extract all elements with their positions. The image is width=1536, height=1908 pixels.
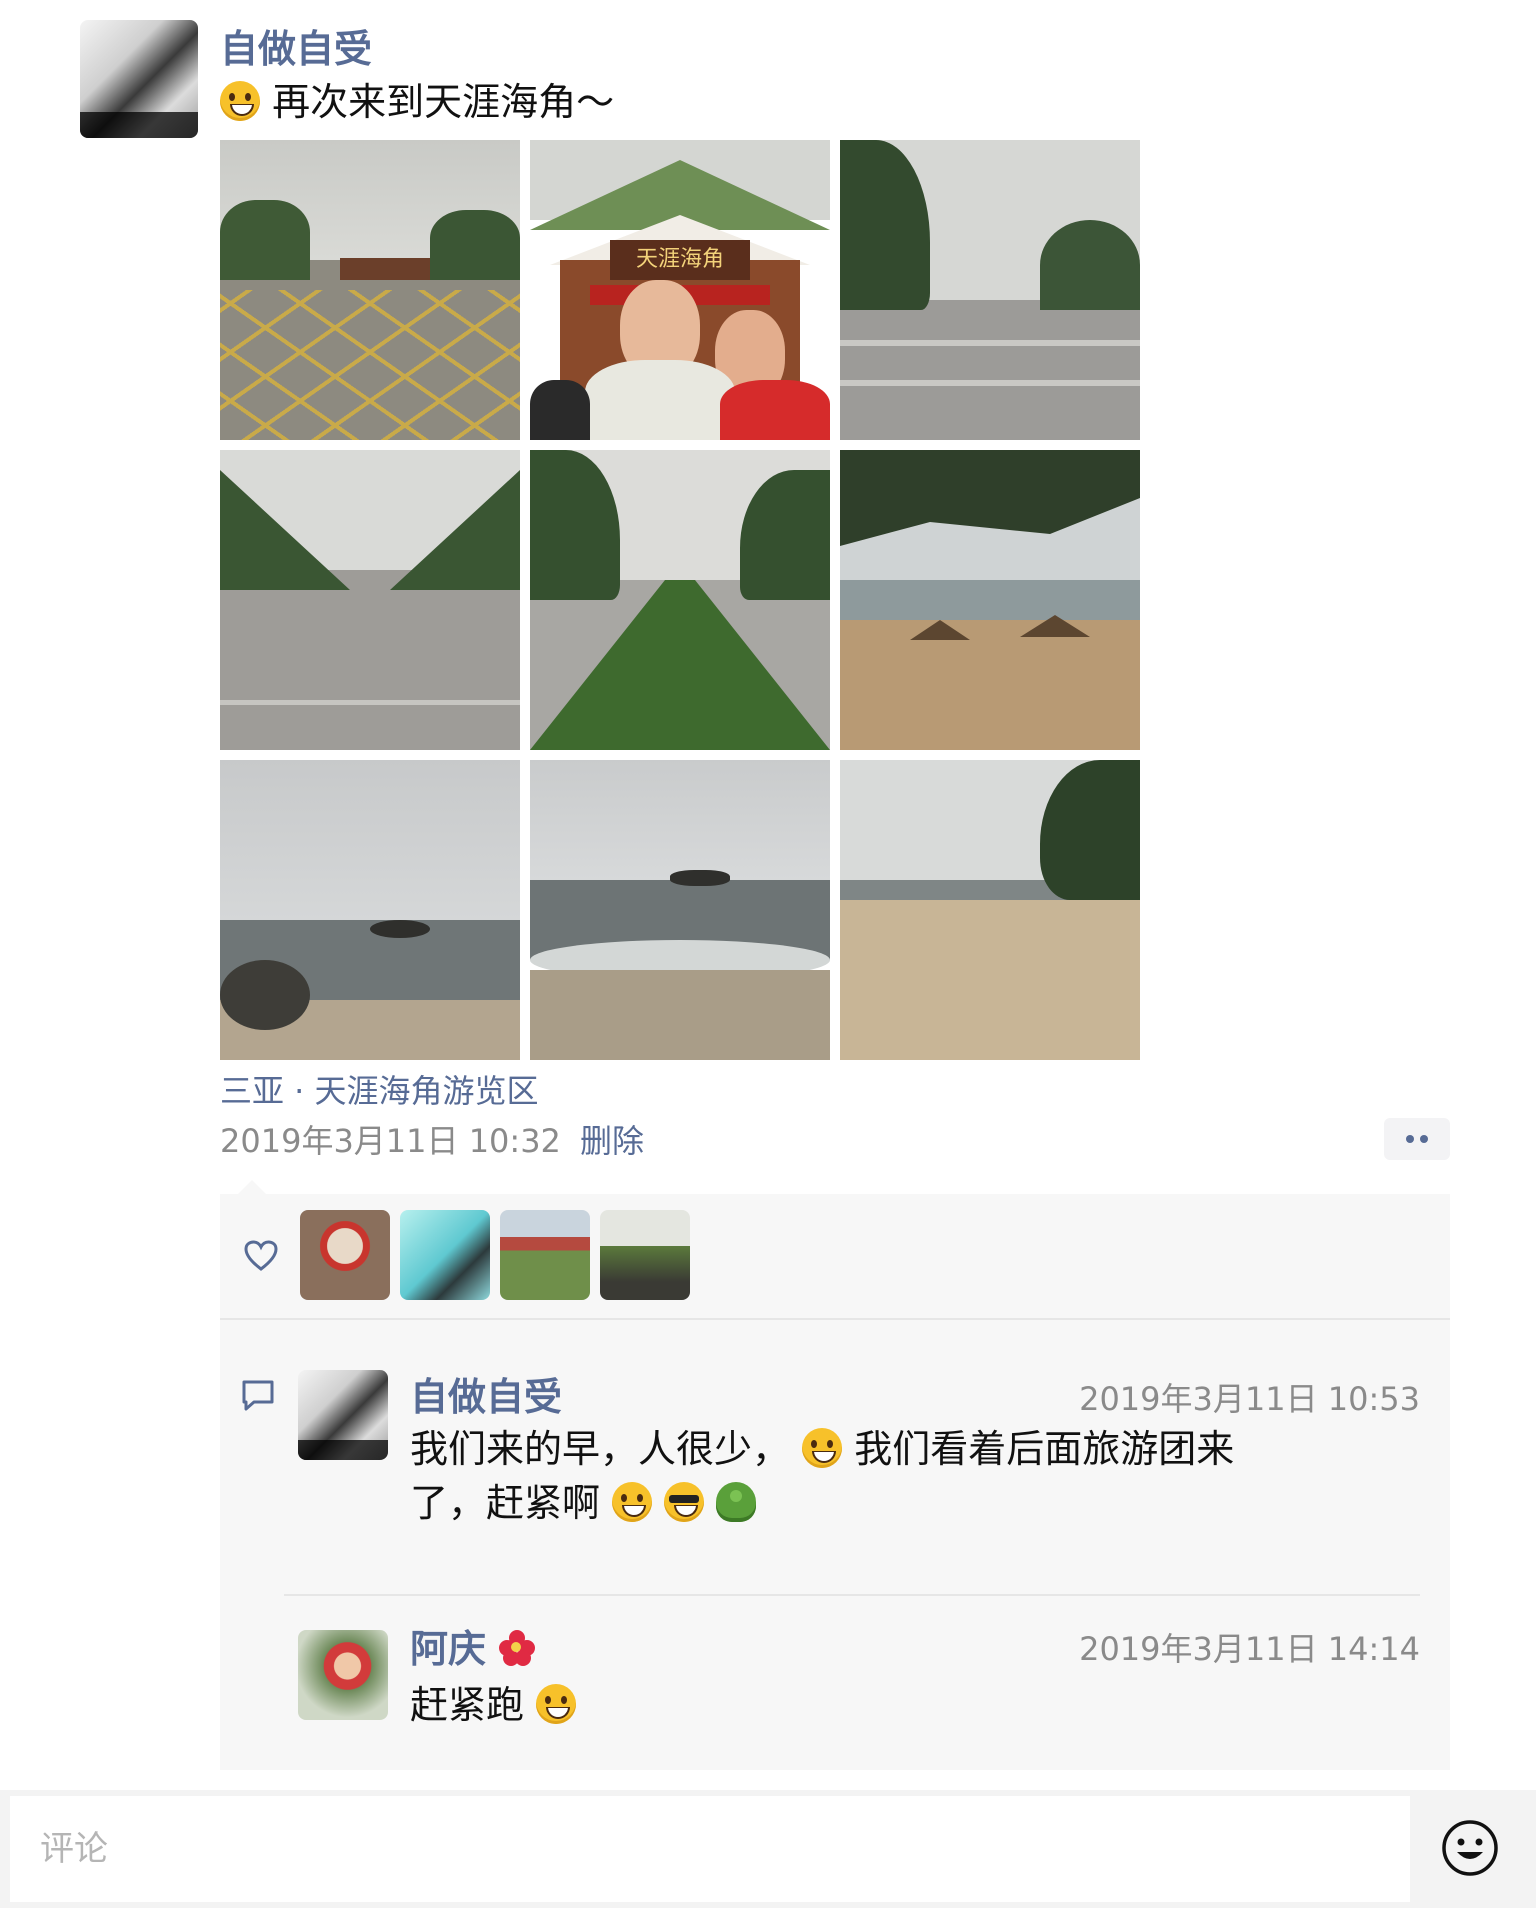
grin-emoji-icon <box>536 1684 577 1724</box>
panel-arrow <box>238 1180 266 1194</box>
post-author-name[interactable]: 自做自受 <box>220 18 372 73</box>
photo-7[interactable] <box>220 760 520 1060</box>
comment-divider <box>284 1594 1420 1596</box>
comment-icon <box>240 1378 276 1414</box>
grin-emoji-icon <box>220 81 260 121</box>
photo-6[interactable] <box>840 450 1140 750</box>
photo-4[interactable] <box>220 450 520 750</box>
photo-2[interactable]: 天涯海角 <box>530 140 830 440</box>
grinning-emoji-icon <box>612 1482 653 1522</box>
post-time: 2019年3月11日 10:32 <box>220 1122 561 1160</box>
gate-sign: 天涯海角 <box>610 240 750 280</box>
sunglasses-emoji-icon <box>664 1482 705 1522</box>
turtle-emoji-icon <box>716 1482 757 1522</box>
location-link[interactable]: 三亚 · 天涯海角游览区 <box>220 1066 539 1112</box>
comment-text: 我们来的早，人很少， 我们看着后面旅游团来 了，赶紧啊 <box>410 1427 1235 1525</box>
liker-avatar-1[interactable] <box>300 1210 390 1300</box>
comment-input[interactable] <box>10 1796 1410 1902</box>
grin-emoji-icon <box>802 1428 843 1468</box>
comment-time: 2019年3月11日 14:14 <box>1079 1630 1420 1668</box>
liker-avatar-2[interactable] <box>400 1210 490 1300</box>
comment-author-name[interactable]: 阿庆 <box>410 1618 536 1673</box>
interaction-panel: 自做自受 2019年3月11日 10:53 我们来的早，人很少， 我们看着后面旅… <box>220 1194 1450 1770</box>
post-text: 再次来到天涯海角～ <box>220 78 614 126</box>
liker-avatar-4[interactable] <box>600 1210 690 1300</box>
post-author-avatar[interactable] <box>80 20 198 138</box>
photo-grid: 天涯海角 <box>220 140 1140 1060</box>
photo-5[interactable] <box>530 450 830 750</box>
photo-1[interactable] <box>220 140 520 440</box>
more-actions-button[interactable] <box>1384 1118 1450 1160</box>
delete-button[interactable]: 删除 <box>580 1116 644 1162</box>
comment-author-avatar[interactable] <box>298 1630 388 1720</box>
heart-icon <box>244 1240 278 1272</box>
comment-author-name[interactable]: 自做自受 <box>410 1366 562 1421</box>
photo-8[interactable] <box>530 760 830 1060</box>
comment-author-avatar[interactable] <box>298 1370 388 1460</box>
dots-icon <box>1406 1135 1414 1143</box>
liker-avatar-3[interactable] <box>500 1210 590 1300</box>
likes-divider <box>220 1318 1450 1320</box>
photo-9[interactable] <box>840 760 1140 1060</box>
post-text-content: 再次来到天涯海角～ <box>272 80 615 124</box>
comment-time: 2019年3月11日 10:53 <box>1079 1380 1420 1418</box>
hibiscus-emoji-icon <box>499 1630 536 1666</box>
smiley-icon[interactable] <box>1440 1818 1500 1878</box>
comment-text: 赶紧跑 <box>410 1678 577 1732</box>
photo-3[interactable] <box>840 140 1140 440</box>
comment-bar <box>0 1790 1536 1908</box>
